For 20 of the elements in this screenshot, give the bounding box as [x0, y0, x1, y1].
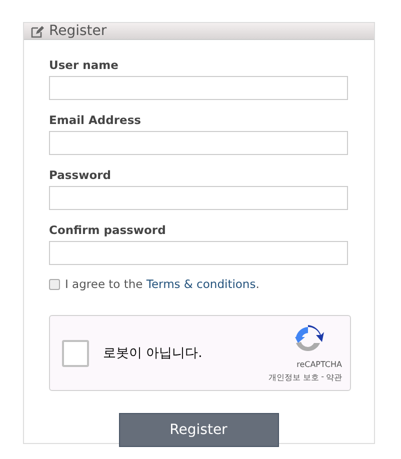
input-field[interactable] — [49, 186, 348, 210]
input-field[interactable] — [49, 76, 348, 100]
field-label: Email Address — [49, 113, 142, 127]
field-label: Password — [49, 168, 112, 182]
panel-title: Register — [49, 23, 107, 39]
register-button[interactable]: Register — [118, 413, 278, 447]
captcha-brand: reCAPTCHA — [296, 360, 342, 369]
field-label: User name — [49, 58, 120, 72]
edit-icon — [31, 24, 44, 38]
input-field[interactable] — [49, 131, 348, 155]
field-label: Confirm password — [49, 223, 167, 237]
terms-link[interactable]: 약관 — [326, 372, 342, 383]
agree-text: I agree to the Terms & conditions. — [65, 277, 260, 291]
privacy-link[interactable]: 개인정보 보호 — [268, 372, 320, 383]
captcha-checkbox[interactable] — [62, 340, 89, 366]
separator-text: - — [321, 372, 324, 383]
captcha-label: 로봇이 아닙니다. — [103, 345, 202, 362]
input-field[interactable] — [49, 241, 348, 265]
agree-checkbox[interactable] — [49, 278, 60, 290]
terms-link[interactable]: Terms & conditions — [146, 277, 256, 291]
